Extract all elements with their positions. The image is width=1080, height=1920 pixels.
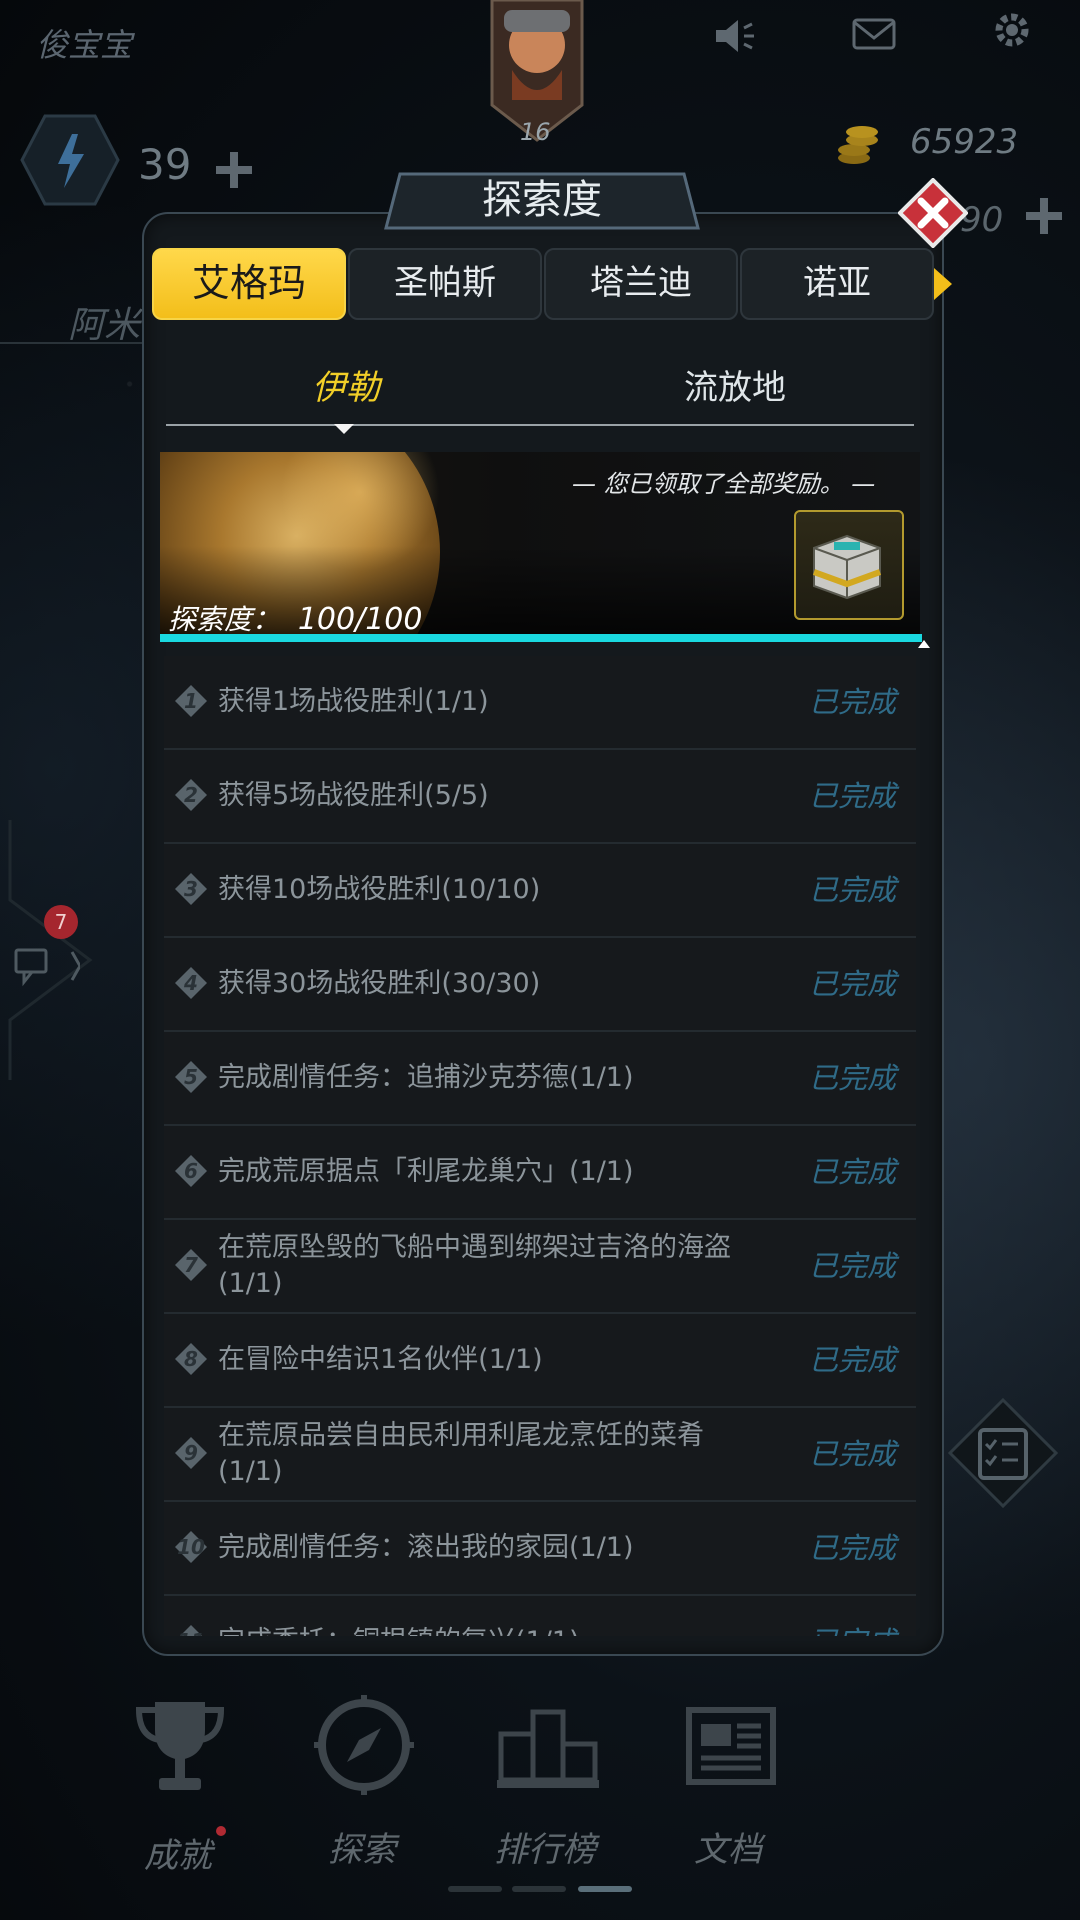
task-number-badge: 11 (174, 1624, 208, 1636)
newspaper-icon (686, 1707, 776, 1785)
task-status: 已完成 (808, 1531, 896, 1565)
nav-documents[interactable] (650, 1690, 810, 1800)
nav-label-explore: 探索 (328, 1830, 396, 1870)
tab-world-1[interactable]: 圣帕斯 (348, 248, 542, 320)
coins-icon (838, 126, 878, 164)
gear-icon[interactable] (990, 8, 1034, 52)
task-number-badge: 3 (174, 872, 208, 906)
task-number-badge: 2 (174, 778, 208, 812)
task-number-badge: 5 (174, 1060, 208, 1094)
exploration-progress-value: 100/100 (297, 602, 423, 636)
task-number-badge: 1 (174, 684, 208, 718)
modal-title: 探索度 (482, 177, 602, 223)
side-location-label: 阿米 (68, 305, 141, 346)
task-number-badge: 9 (174, 1436, 208, 1470)
exploration-progress-label: 探索度： 100/100 (168, 602, 423, 636)
task-status: 已完成 (808, 1249, 896, 1283)
task-status: 已完成 (808, 685, 896, 719)
page-dot (448, 1886, 502, 1892)
task-status: 已完成 (808, 1343, 896, 1377)
achievements-alert-dot (216, 1826, 226, 1836)
tab-scroll-right-icon[interactable] (934, 268, 952, 300)
add-gems-button[interactable] (1024, 196, 1064, 236)
nav-leaderboard[interactable] (468, 1690, 628, 1800)
nav-label-leaderboard: 排行榜 (494, 1830, 596, 1870)
task-row: 10 完成剧情任务：滚出我的家园(1/1) 已完成 (164, 1502, 916, 1596)
task-row: 8 在冒险中结识1名伙伴(1/1) 已完成 (164, 1314, 916, 1408)
task-description: 获得30场战役胜利(30/30) (218, 968, 541, 999)
task-row: 11 完成委托：铜根镇的复兴(1/1) 已完成 (164, 1596, 916, 1636)
supply-crate-icon (812, 534, 882, 600)
close-button[interactable] (898, 178, 968, 248)
task-description: 在冒险中结识1名伙伴(1/1) (218, 1344, 543, 1375)
task-status: 已完成 (808, 873, 896, 907)
chat-icon[interactable] (10, 942, 80, 992)
task-status: 已完成 (809, 1596, 896, 1636)
reward-claimed-note: — 您已领取了全部奖励。 — (572, 470, 876, 498)
task-description: 获得1场战役胜利(1/1) (218, 686, 489, 717)
coins-count: 65923 (910, 122, 1019, 162)
podium-icon (497, 1709, 599, 1788)
task-row: 2 获得5场战役胜利(5/5) 已完成 (164, 750, 916, 844)
nav-label-achievements: 成就 (144, 1836, 212, 1876)
task-row: 9 在荒原品尝自由民利用利尾龙烹饪的菜肴(1/1) 已完成 (164, 1408, 916, 1502)
task-number-badge: 10 (174, 1530, 208, 1564)
task-number-badge: 4 (174, 966, 208, 1000)
task-number-badge: 7 (174, 1248, 208, 1282)
username: 俊宝宝 (36, 26, 133, 64)
page-dot (512, 1886, 566, 1892)
task-list[interactable]: 1 获得1场战役胜利(1/1) 已完成 2 获得5场战役胜利(5/5) 已完成 3 获得10场… (164, 656, 916, 1636)
nav-achievements[interactable] (100, 1690, 260, 1800)
nav-explore[interactable] (284, 1690, 444, 1800)
compass-icon (314, 1695, 414, 1795)
trophy-icon (135, 1702, 225, 1790)
task-row: 1 获得1场战役胜利(1/1) 已完成 (164, 656, 916, 750)
task-description: 完成荒原据点「利尾龙巢穴」(1/1) (218, 1156, 634, 1187)
tab-world-2[interactable]: 塔兰迪 (544, 248, 738, 320)
task-description: 获得10场战役胜利(10/10) (218, 874, 541, 905)
task-description: 完成剧情任务：滚出我的家园(1/1) (218, 1532, 634, 1563)
speaker-icon[interactable] (712, 14, 756, 58)
task-row: 5 完成剧情任务：追捕沙克芬德(1/1) 已完成 (164, 1032, 916, 1126)
add-energy-button[interactable] (214, 150, 254, 190)
energy-count: 39 (138, 140, 192, 189)
player-level: 16 (520, 118, 551, 146)
tab-world-0[interactable]: 艾格玛 (152, 248, 346, 320)
tab-world-3[interactable]: 诺亚 (740, 248, 934, 320)
subtab-divider (166, 424, 914, 426)
task-description: 获得5场战役胜利(5/5) (218, 780, 489, 811)
exploration-progress-bar (160, 634, 922, 642)
mail-icon[interactable] (852, 16, 896, 52)
subtab-region-0[interactable]: 伊勒 (312, 360, 380, 409)
subtab-region-1[interactable]: 流放地 (684, 360, 786, 409)
page-dot-active (578, 1886, 632, 1892)
region-banner: — 您已领取了全部奖励。 — 探索度： 100/100 (160, 452, 920, 636)
nav-label-documents: 文档 (694, 1830, 762, 1870)
side-divider (0, 342, 150, 344)
chat-notification-badge: 7 (44, 905, 78, 939)
task-row: 4 获得30场战役胜利(30/30) 已完成 (164, 938, 916, 1032)
task-list-icon[interactable] (948, 1398, 1058, 1508)
task-row: 3 获得10场战役胜利(10/10) 已完成 (164, 844, 916, 938)
task-status: 已完成 (808, 1437, 896, 1471)
task-description: 在荒原品尝自由民利用利尾龙烹饪的菜肴(1/1) (218, 1420, 704, 1487)
task-number-badge: 8 (174, 1342, 208, 1376)
reward-chest[interactable] (794, 510, 904, 620)
task-description: 完成委托：铜根镇的复兴(1/1) (218, 1596, 748, 1636)
task-description: 在荒原坠毁的飞船中遇到绑架过吉洛的海盗(1/1) (218, 1232, 731, 1299)
exploration-progress-fill (160, 634, 922, 642)
energy-icon (20, 114, 120, 206)
task-status: 已完成 (808, 779, 896, 813)
subtab-pointer-icon (334, 424, 354, 434)
task-description: 完成剧情任务：追捕沙克芬德(1/1) (218, 1062, 634, 1093)
progress-end-marker (918, 640, 930, 648)
task-status: 已完成 (808, 1061, 896, 1095)
task-status: 已完成 (808, 1155, 896, 1189)
task-status: 已完成 (808, 967, 896, 1001)
task-row: 6 完成荒原据点「利尾龙巢穴」(1/1) 已完成 (164, 1126, 916, 1220)
task-number-badge: 6 (174, 1154, 208, 1188)
task-row: 7 在荒原坠毁的飞船中遇到绑架过吉洛的海盗(1/1) 已完成 (164, 1220, 916, 1314)
